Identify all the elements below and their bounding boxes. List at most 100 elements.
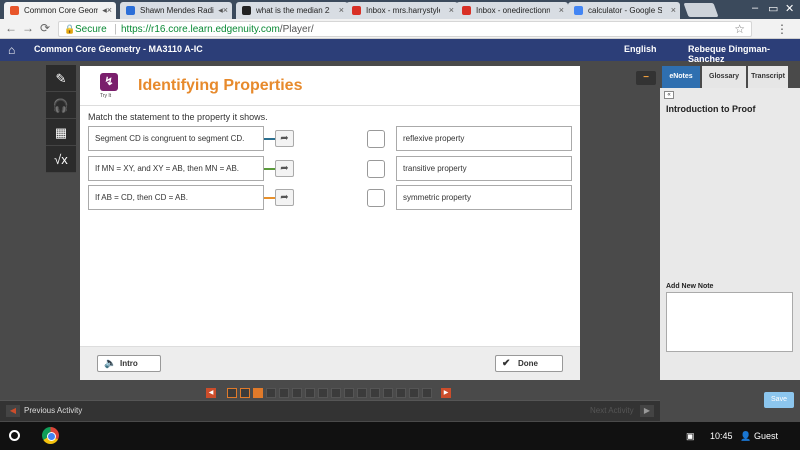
drag-arrow-icon[interactable]: ➦: [275, 130, 294, 147]
pager-page[interactable]: [227, 388, 237, 398]
tab-favicon-icon: [352, 6, 361, 15]
pager-prev-icon[interactable]: ◀: [206, 388, 216, 398]
note-title: Introduction to Proof: [666, 104, 756, 114]
notes-tab-transcript[interactable]: Transcript: [748, 66, 788, 88]
notes-tab-bar: − eNotes Glossary Transcript: [636, 66, 800, 88]
next-activity-label: Next Activity: [590, 406, 634, 415]
browser-tab-bar: Common Core Geom ◂× Shawn Mendes Radi ◂× w…: [0, 0, 800, 19]
collapse-panel-icon[interactable]: −: [636, 71, 656, 85]
done-button[interactable]: ✔ Done: [495, 355, 563, 372]
match-target-box[interactable]: [367, 130, 385, 148]
tab-close-icon[interactable]: ◂×: [218, 2, 228, 19]
clock: 10:45: [710, 431, 733, 441]
statement-box[interactable]: Segment CD is congruent to segment CD.: [88, 126, 264, 151]
statement-box[interactable]: If MN = XY, and XY = AB, then MN = AB.: [88, 156, 264, 181]
intro-button[interactable]: 🔈 Intro: [97, 355, 161, 372]
tab-title: calculator - Google Sear: [588, 6, 662, 15]
url-host: https://r16.core.learn.edgenuity.com: [121, 24, 280, 35]
back-icon[interactable]: ←: [4, 21, 18, 35]
tab-favicon-icon: [462, 6, 471, 15]
pencil-icon[interactable]: ✎: [46, 65, 76, 92]
close-window-icon[interactable]: ✕: [785, 2, 794, 15]
browser-tab[interactable]: calculator - Google Sear ×: [568, 2, 680, 19]
pager-page[interactable]: [357, 388, 367, 398]
statement-box[interactable]: If AB = CD, then CD = AB.: [88, 185, 264, 210]
pager-page[interactable]: [253, 388, 263, 398]
pager-page[interactable]: [383, 388, 393, 398]
property-box: reflexive property: [396, 126, 572, 151]
browser-tab[interactable]: what is the median 22, 1 ×: [236, 2, 348, 19]
os-shelf: ▣ 10:45 👤 Guest: [0, 422, 800, 450]
maximize-icon[interactable]: ▭: [768, 2, 778, 15]
url-path: /Player/: [279, 24, 314, 35]
url-bar[interactable]: 🔒 Secure | https://r16.core.learn.edgenu…: [58, 21, 752, 37]
notes-panel: « Introduction to Proof Add New Note: [660, 88, 800, 380]
tab-close-icon[interactable]: ◂×: [102, 2, 112, 19]
pager-page[interactable]: [266, 388, 276, 398]
tab-close-icon[interactable]: ×: [339, 2, 344, 19]
drag-arrow-icon[interactable]: ➦: [275, 189, 294, 206]
app-header: ⌂ Common Core Geometry - MA3110 A-IC Eng…: [0, 39, 800, 64]
tab-close-icon[interactable]: ×: [671, 2, 676, 19]
tab-close-icon[interactable]: ×: [559, 2, 564, 19]
address-bar: ← → ⟳ 🔒 Secure | https://r16.core.learn.…: [0, 19, 800, 39]
reload-icon[interactable]: ⟳: [38, 21, 52, 35]
pager-page[interactable]: [240, 388, 250, 398]
try-it-badge-icon: ↯: [100, 73, 118, 91]
browser-tab[interactable]: Inbox - mrs.harrystyles1 ×: [346, 2, 458, 19]
pager-next-icon[interactable]: ▶: [441, 388, 451, 398]
browser-tab[interactable]: Common Core Geom ◂×: [4, 2, 116, 19]
notes-tab-enotes[interactable]: eNotes: [662, 66, 700, 88]
new-tab-button[interactable]: [683, 3, 719, 17]
pager-page[interactable]: [331, 388, 341, 398]
pager-page[interactable]: [370, 388, 380, 398]
formula-icon[interactable]: √x: [46, 146, 76, 173]
minimize-icon[interactable]: –: [752, 2, 758, 14]
pager-page[interactable]: [318, 388, 328, 398]
home-icon[interactable]: ⌂: [8, 43, 15, 57]
tab-title: Inbox - onedirectionrule: [476, 6, 550, 15]
collapse-notes-icon[interactable]: «: [664, 91, 674, 99]
browser-tab[interactable]: Shawn Mendes Radi ◂×: [120, 2, 232, 19]
next-activity-button[interactable]: ▶: [640, 405, 654, 417]
tab-close-icon[interactable]: ×: [449, 2, 454, 19]
pager-page[interactable]: [396, 388, 406, 398]
pager-page[interactable]: [344, 388, 354, 398]
pager-page[interactable]: [292, 388, 302, 398]
activity-header: ↯ Try It Identifying Properties: [80, 66, 580, 106]
speaker-icon: 🔈: [104, 358, 117, 369]
bookmark-star-icon[interactable]: ☆: [734, 22, 745, 36]
save-note-button[interactable]: Save: [764, 392, 794, 408]
pager-page[interactable]: [305, 388, 315, 398]
match-target-box[interactable]: [367, 160, 385, 178]
previous-activity-button[interactable]: ◀: [6, 405, 20, 417]
note-input[interactable]: [666, 292, 793, 352]
tool-sidebar: ✎ 🎧 ▦ √x: [46, 65, 76, 173]
pager-page[interactable]: [409, 388, 419, 398]
calculator-icon[interactable]: ▦: [46, 119, 76, 146]
chrome-icon[interactable]: [42, 427, 59, 444]
screenshot-icon: ▣: [686, 431, 695, 441]
tab-title: Common Core Geom: [24, 6, 98, 15]
checkmark-icon: ✔: [502, 358, 511, 369]
notes-tab-glossary[interactable]: Glossary: [702, 66, 746, 88]
user-name[interactable]: Rebeque Dingman-Sanchez: [688, 44, 800, 64]
pager-page[interactable]: [279, 388, 289, 398]
language-selector[interactable]: English: [624, 44, 657, 54]
add-note-label: Add New Note: [666, 283, 714, 290]
headphones-icon[interactable]: 🎧: [46, 92, 76, 119]
tab-title: what is the median 22, 1: [256, 6, 330, 15]
drag-arrow-icon[interactable]: ➦: [275, 160, 294, 177]
property-box: symmetric property: [396, 185, 572, 210]
try-it-label: Try It: [100, 93, 112, 99]
pager-page[interactable]: [422, 388, 432, 398]
activity-footer: 🔈 Intro ✔ Done: [80, 346, 580, 380]
match-target-box[interactable]: [367, 189, 385, 207]
lock-icon: 🔒: [64, 24, 76, 34]
forward-icon[interactable]: →: [21, 21, 35, 35]
browser-tab[interactable]: Inbox - onedirectionrule ×: [456, 2, 568, 19]
browser-menu-icon[interactable]: ⋮: [776, 22, 788, 36]
tab-favicon-icon: [10, 6, 19, 15]
launcher-icon[interactable]: [9, 430, 20, 441]
previous-activity-label[interactable]: Previous Activity: [24, 406, 82, 415]
